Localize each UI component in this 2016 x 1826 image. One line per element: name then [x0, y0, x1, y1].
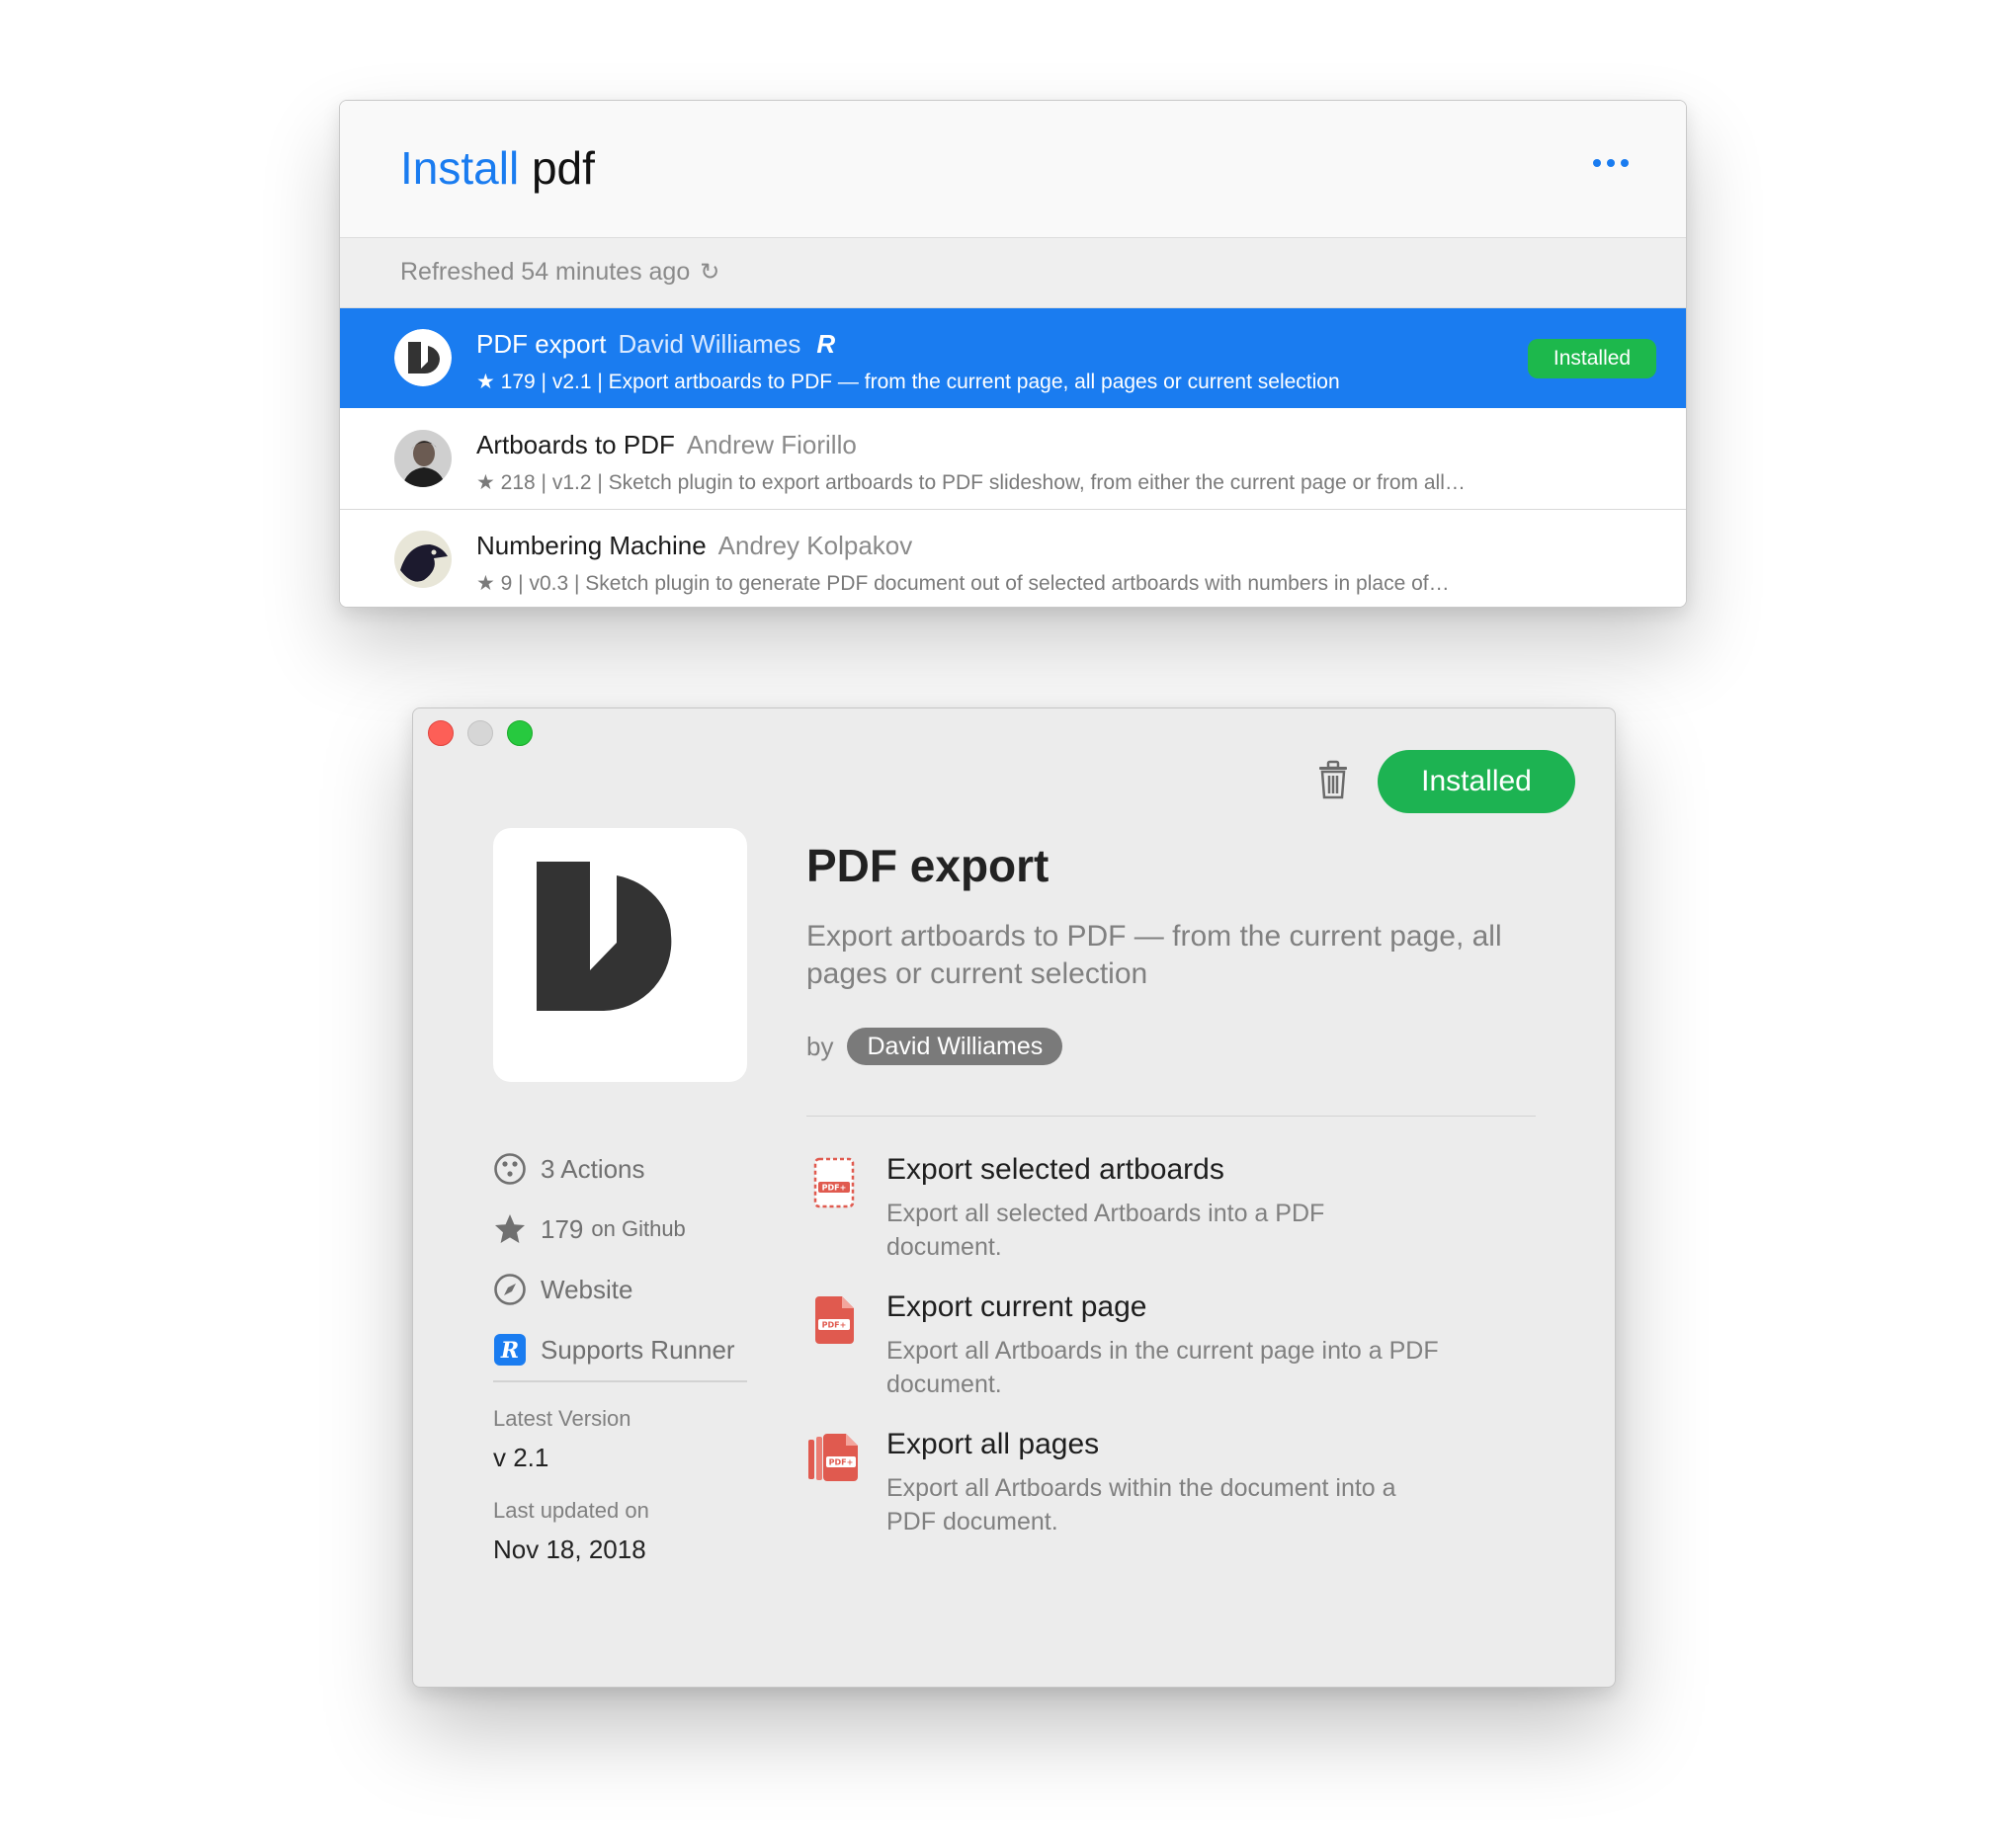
installed-badge[interactable]: Installed — [1528, 339, 1656, 378]
result-author: Andrew Fiorillo — [686, 430, 857, 459]
search-query-title[interactable]: Install pdf — [400, 140, 595, 196]
refresh-status: Refreshed 54 minutes ago ↻ — [400, 258, 719, 287]
action-description: Export all selected Artboards into a PDF… — [886, 1200, 1325, 1261]
latest-version: v 2.1 — [493, 1443, 549, 1472]
action-description: Export all Artboards within the document… — [886, 1474, 1396, 1536]
supports-runner: R Supports Runner — [493, 1330, 735, 1370]
result-name-row: Numbering Machine Andrey Kolpakov — [476, 531, 912, 561]
pdf-icon-label: PDF+ — [829, 1458, 854, 1467]
result-name: Numbering Machine — [476, 531, 707, 560]
result-meta: ★ 9 | v0.3 | Sketch plugin to generate P… — [476, 572, 1450, 595]
runner-icon: R — [816, 329, 836, 359]
plugin-avatar-pdf-export — [394, 329, 452, 386]
close-window-button[interactable] — [428, 720, 454, 746]
by-label: by — [806, 1031, 834, 1061]
actions-count: 3 Actions — [493, 1149, 645, 1189]
runner-icon-label: R — [500, 1338, 519, 1364]
plugin-title: PDF export — [806, 840, 1050, 891]
last-updated-label: Last updated on — [493, 1498, 649, 1523]
pdf-page-icon: PDF+ — [815, 1296, 854, 1344]
pdf-icon-label: PDF+ — [822, 1321, 847, 1330]
pdf-icon-label: PDF+ — [822, 1184, 847, 1193]
website-link[interactable]: Website — [493, 1270, 632, 1309]
minimize-window-button[interactable] — [467, 720, 493, 746]
author-chip[interactable]: David Williames — [847, 1028, 1063, 1065]
result-name-row: PDF export David Williames R — [476, 329, 835, 360]
result-author: David Williames — [618, 329, 801, 359]
stars-count: 179 — [541, 1213, 584, 1244]
trash-icon[interactable] — [1315, 760, 1351, 799]
result-name: PDF export — [476, 329, 607, 359]
result-meta: ★ 179 | v2.1 | Export artboards to PDF —… — [476, 371, 1340, 393]
compass-icon — [493, 1273, 527, 1306]
search-command-keyword: Install — [400, 142, 520, 194]
plugin-author-row: by David Williames — [806, 1028, 1063, 1065]
last-updated-date: Nov 18, 2018 — [493, 1535, 646, 1564]
result-name: Artboards to PDF — [476, 430, 675, 459]
github-stars[interactable]: 179 on Github — [493, 1209, 686, 1249]
result-row-pdf-export[interactable]: PDF export David Williames R ★ 179 | v2.1 … — [340, 308, 1686, 408]
refresh-status-bar: Refreshed 54 minutes ago ↻ — [340, 238, 1686, 308]
action-title: Export all pages — [886, 1428, 1100, 1460]
author-avatar — [394, 531, 452, 588]
action-title: Export current page — [886, 1290, 1147, 1323]
sidebar-divider — [493, 1380, 747, 1382]
search-query-text: pdf — [531, 142, 595, 194]
pdf-selection-icon: PDF+ — [813, 1157, 855, 1208]
actions-icon — [493, 1152, 527, 1186]
plugin-description: Export artboards to PDF — from the curre… — [806, 920, 1502, 990]
action-title: Export selected artboards — [886, 1153, 1224, 1186]
result-row-artboards-to-pdf[interactable]: Artboards to PDF Andrew Fiorillo ★ 218 | … — [340, 409, 1686, 510]
refresh-status-text: Refreshed 54 minutes ago — [400, 258, 691, 286]
stars-suffix: on Github — [591, 1216, 686, 1241]
action-description: Export all Artboards in the current page… — [886, 1337, 1439, 1398]
plugin-search-popover: Install pdf Refreshed 54 minutes ago ↻ PD… — [339, 100, 1687, 608]
website-text: Website — [541, 1274, 633, 1304]
plugin-detail-window: Installed PDF export Export artboards to… — [412, 707, 1616, 1688]
result-row-numbering-machine[interactable]: Numbering Machine Andrey Kolpakov ★ 9 | v… — [340, 510, 1686, 607]
result-name-row: Artboards to PDF Andrew Fiorillo — [476, 430, 857, 460]
refresh-icon[interactable]: ↻ — [700, 259, 719, 286]
latest-version-label: Latest Version — [493, 1406, 631, 1431]
star-icon — [493, 1212, 527, 1246]
plugin-logo — [493, 828, 747, 1082]
pdf-pages-icon: PDF+ — [808, 1434, 858, 1481]
result-author: Andrey Kolpakov — [717, 531, 913, 560]
installed-button[interactable]: Installed — [1378, 750, 1575, 813]
actions-count-text: 3 Actions — [541, 1153, 645, 1184]
zoom-window-button[interactable] — [507, 720, 533, 746]
author-avatar — [394, 430, 452, 487]
result-meta: ★ 218 | v1.2 | Sketch plugin to export a… — [476, 471, 1466, 494]
runner-icon: R — [493, 1333, 527, 1367]
more-options-icon[interactable] — [1593, 156, 1629, 170]
supports-runner-text: Supports Runner — [541, 1334, 735, 1365]
search-header: Install pdf — [340, 101, 1686, 238]
divider — [806, 1116, 1536, 1117]
